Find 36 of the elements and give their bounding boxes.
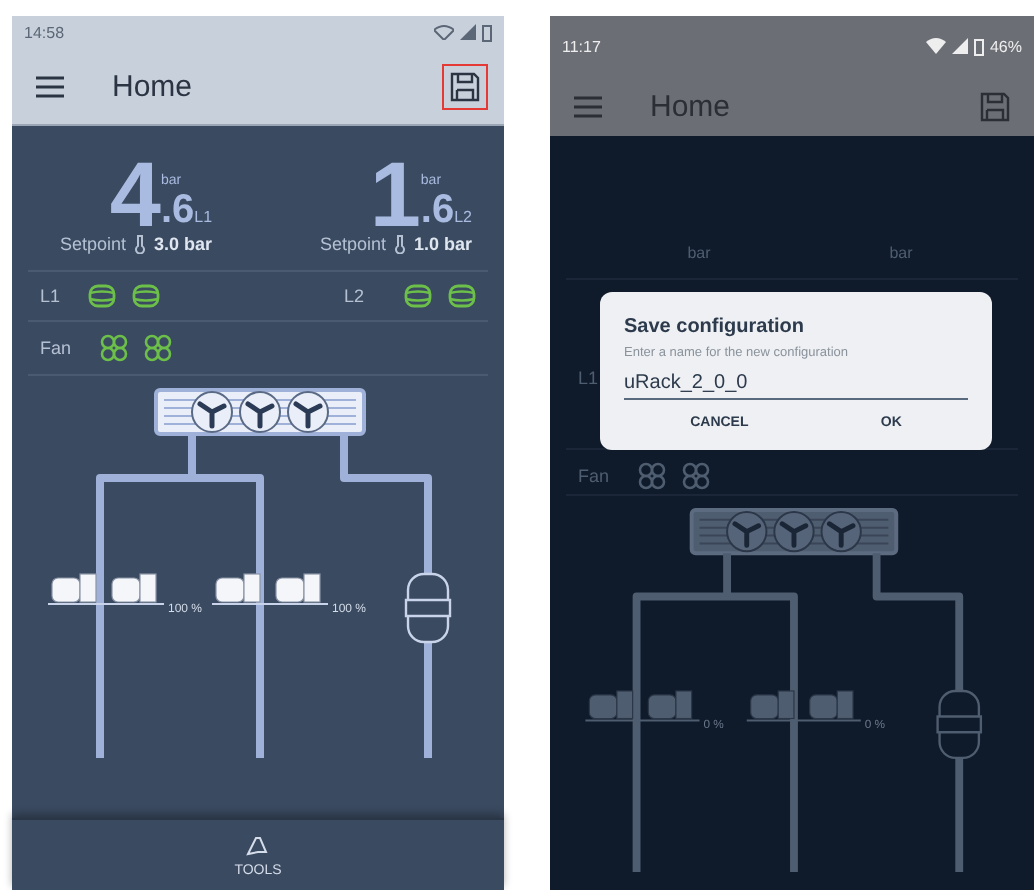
name-input-field[interactable]: uRack_2_0_0 [624,368,968,400]
pressure-decimal: .6 [420,188,455,234]
save-icon [450,71,480,101]
save-button[interactable] [442,63,488,109]
line-label: L1 [40,286,61,306]
fan-label: Fan [40,338,72,358]
app-title: Home [112,69,195,103]
fan-label: Fan [578,466,610,486]
status-time: 11:17 [562,37,601,55]
battery-percent: 46% [989,37,1022,55]
thermometer-icon [393,234,406,254]
pressure-value: 1 [369,154,421,234]
line-label: L1 [194,208,213,226]
signal-icon [460,24,476,40]
setpoint-value: 1.0 bar [413,234,472,254]
line-label: L2 [454,208,472,226]
pressure-unit: bar [687,244,711,262]
dialog-title: Save configuration [624,316,807,338]
app-title: Home [650,89,733,123]
setpoint-value: 3.0 bar [154,234,213,254]
signal-icon [951,38,968,54]
battery-icon [482,23,492,41]
thermometer-icon [134,234,147,254]
status-time: 14:58 [24,23,65,41]
setpoint-label: Setpoint [319,234,386,254]
pressure-decimal: .6 [160,188,195,234]
wifi-icon [434,24,454,40]
battery-icon [973,37,984,55]
line-label: L2 [343,286,364,306]
setpoint-label: Setpoint [60,234,127,254]
wifi-icon [925,38,946,54]
line-label: L1 [578,368,599,388]
pressure-unit: bar [889,244,913,262]
pressure-value: 4 [109,154,161,234]
menu-icon[interactable] [36,75,64,97]
save-icon [980,91,1010,121]
